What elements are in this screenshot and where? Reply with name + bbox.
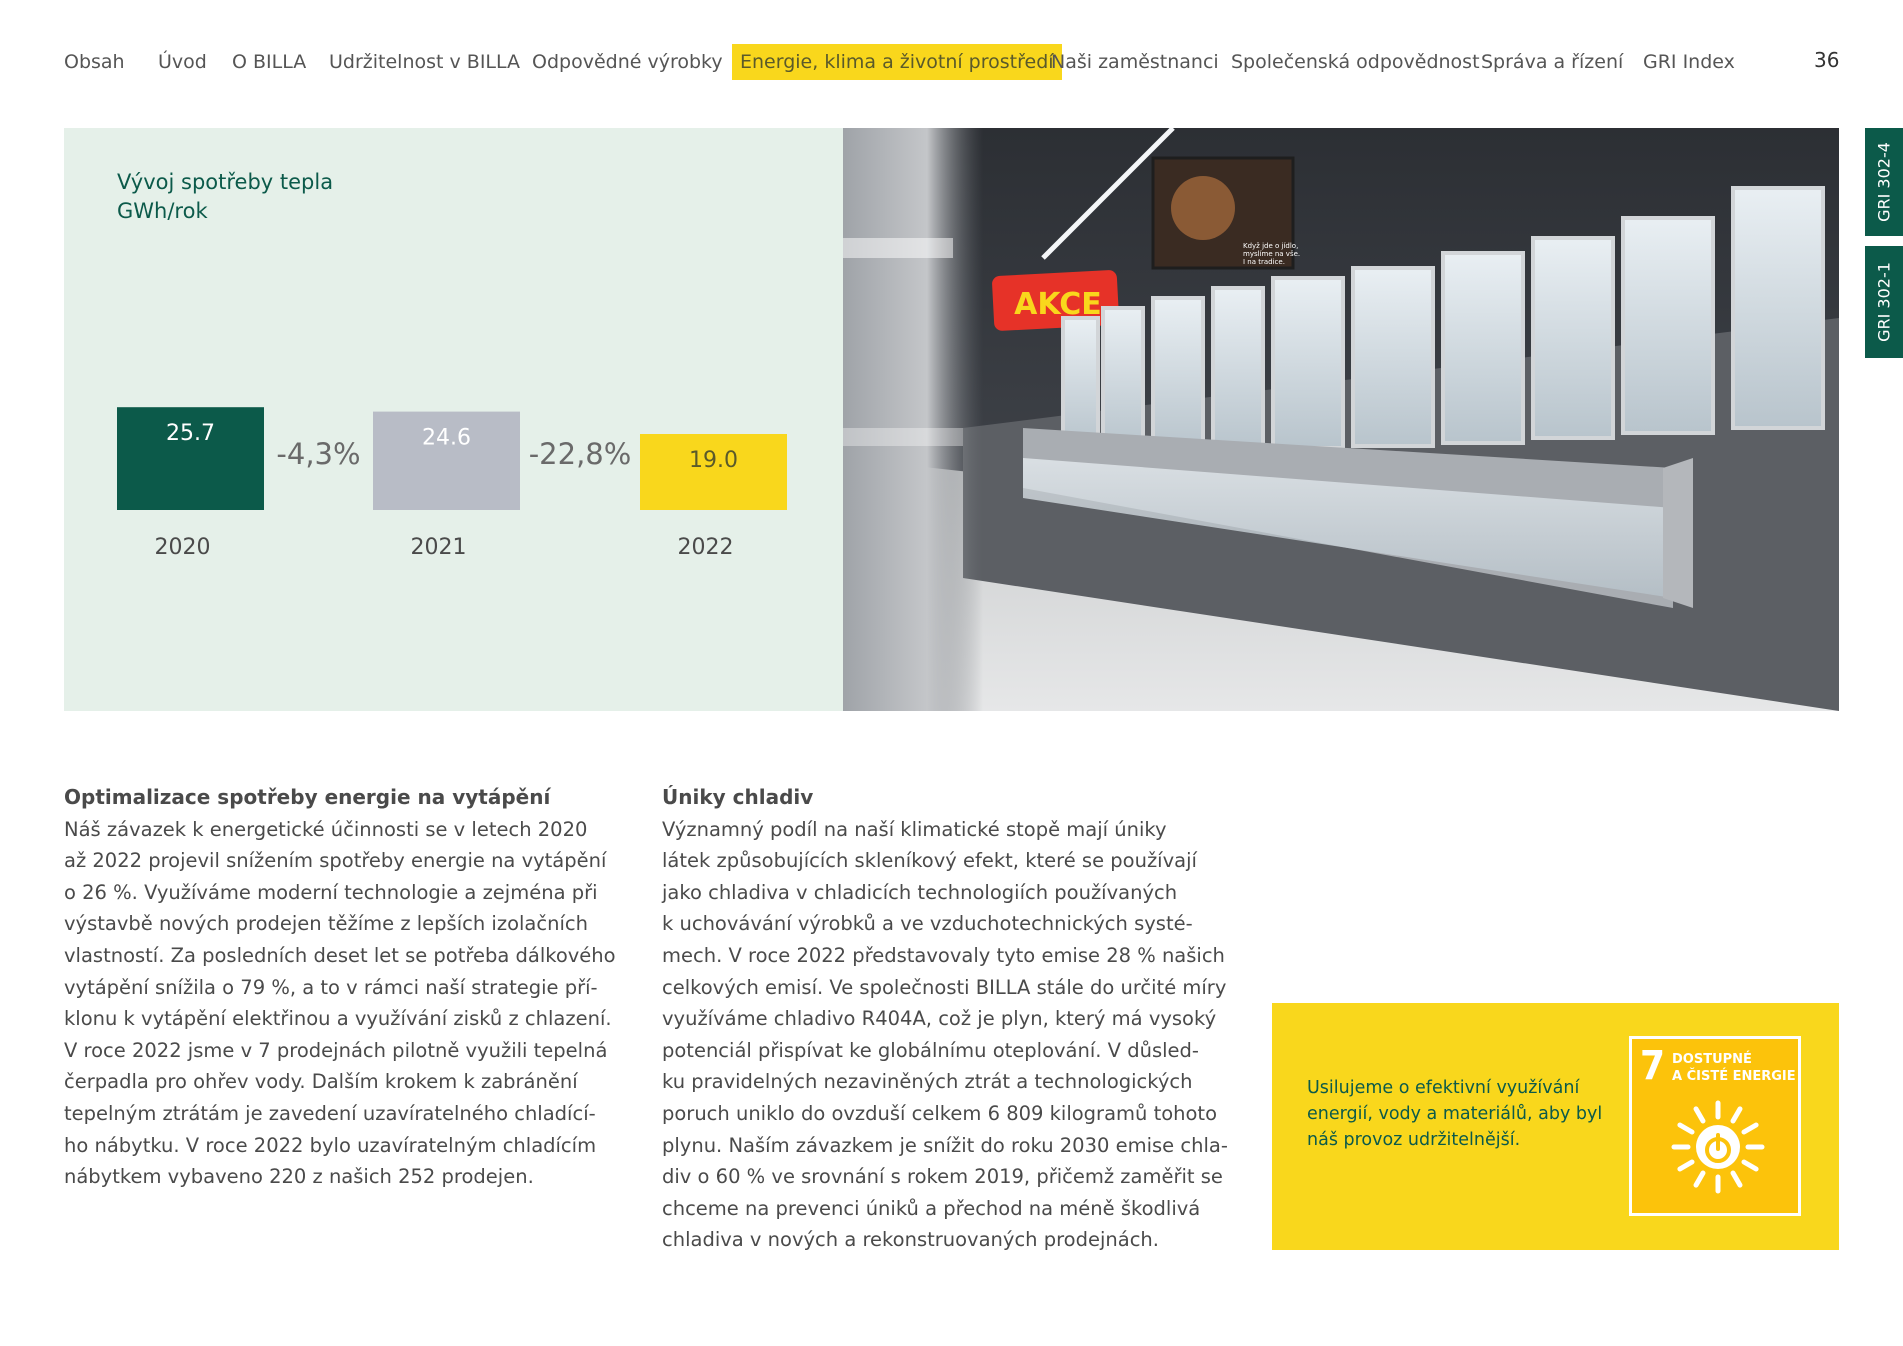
sdg-label: DOSTUPNÉ A ČISTÉ ENERGIE	[1672, 1052, 1796, 1084]
nav-item-spolecenska[interactable]: Společenská odpovědnost	[1231, 44, 1480, 80]
freezer-aisle-illustration: Když jde o jídlo, myslíme na vše. I na t…	[843, 128, 1839, 711]
bar-value-label: 24.6	[422, 426, 471, 451]
freezer-door	[1531, 236, 1615, 440]
section-body: Náš závazek k energetické účinnosti se v…	[64, 817, 616, 1189]
gri-tab-302-1[interactable]: GRI 302-1	[1865, 246, 1903, 358]
nav-item-o-billa[interactable]: O BILLA	[232, 44, 306, 80]
sun-ray	[1693, 1170, 1706, 1188]
x-tick-label: 2021	[411, 535, 467, 560]
sun-ray	[1677, 1159, 1695, 1172]
nav-item-uvod[interactable]: Úvod	[158, 44, 207, 80]
heat-consumption-bar-chart: 25.7 2020 24.6 2021 19.0 2022 -4,3% -22,8%	[117, 407, 787, 560]
section-heading: Úniky chladiv	[662, 785, 814, 809]
sun-ray	[1730, 1170, 1743, 1188]
top-navigation: Obsah Úvod O BILLA Udržitelnost v BILLA …	[0, 44, 1903, 80]
nav-item-gri-index[interactable]: GRI Index	[1643, 44, 1735, 80]
gri-tab-302-4[interactable]: GRI 302-4	[1865, 128, 1903, 236]
sdg-7-tile: 7 DOSTUPNÉ A ČISTÉ ENERGIE	[1629, 1036, 1801, 1216]
x-tick-label: 2020	[155, 535, 211, 560]
gri-tab-label: GRI 302-4	[1874, 142, 1894, 222]
nav-item-energie-active[interactable]: Energie, klima a životní prostředí	[732, 44, 1062, 80]
bar-value-label: 19.0	[689, 448, 738, 473]
sdg-statement: Usilujeme o efektivní využívání energií,…	[1307, 1078, 1603, 1150]
sun-ray	[1741, 1159, 1759, 1172]
nav-item-nasi-zamestnanci[interactable]: Naši zaměstnanci	[1051, 44, 1219, 80]
ad-screen-line: I na tradice.	[1243, 258, 1285, 266]
section-body: Významný podíl na naší klimatické stopě …	[662, 817, 1228, 1252]
change-label: -4,3%	[276, 437, 360, 471]
sdg-callout: Usilujeme o efektivní využívání energií,…	[1272, 1003, 1839, 1250]
freezer-door	[1621, 216, 1715, 435]
freezer-door	[1271, 276, 1345, 450]
freezer-door	[1351, 266, 1435, 448]
bar-value-label: 25.7	[166, 421, 215, 446]
refrigerant-leaks-section: Úniky chladiv Významný podíl na naší kli…	[662, 782, 1232, 1256]
nav-item-sprava[interactable]: Správa a řízení	[1481, 44, 1623, 80]
x-tick-label: 2022	[678, 535, 734, 560]
nav-item-udrzitelnost[interactable]: Udržitelnost v BILLA	[329, 44, 520, 80]
sun-power-icon	[1671, 1100, 1765, 1194]
sun-ray	[1677, 1122, 1695, 1135]
freezer-door	[1441, 251, 1525, 445]
store-freezer-photo: Když jde o jídlo, myslíme na vše. I na t…	[843, 128, 1839, 711]
sun-ray	[1730, 1106, 1743, 1124]
heating-optimization-section: Optimalizace spotřeby energie na vytápěn…	[64, 782, 634, 1193]
section-heading: Optimalizace spotřeby energie na vytápěn…	[64, 785, 551, 809]
sun-ray	[1693, 1106, 1706, 1124]
ad-screen-line: myslíme na vše.	[1243, 250, 1300, 258]
freezer-door	[1211, 286, 1265, 452]
page-number: 36	[1814, 48, 1840, 72]
freezer-door	[1731, 186, 1825, 430]
freezer-door	[1151, 296, 1205, 452]
freezer-door	[1061, 316, 1100, 448]
ad-screen-line: Když jde o jídlo,	[1243, 242, 1298, 250]
sun-ray	[1741, 1122, 1759, 1135]
nav-item-obsah[interactable]: Obsah	[64, 44, 125, 80]
nav-item-odpovedne-vyrobky[interactable]: Odpovědné výrobky	[532, 44, 723, 80]
heat-consumption-chart-panel: Vývoj spotřeby tepla GWh/rok 25.7 2020 24.…	[64, 128, 843, 711]
sdg-number: 7	[1640, 1043, 1666, 1089]
freezer-door	[1101, 306, 1145, 450]
gri-tab-label: GRI 302-1	[1874, 262, 1894, 342]
change-label: -22,8%	[529, 437, 632, 471]
